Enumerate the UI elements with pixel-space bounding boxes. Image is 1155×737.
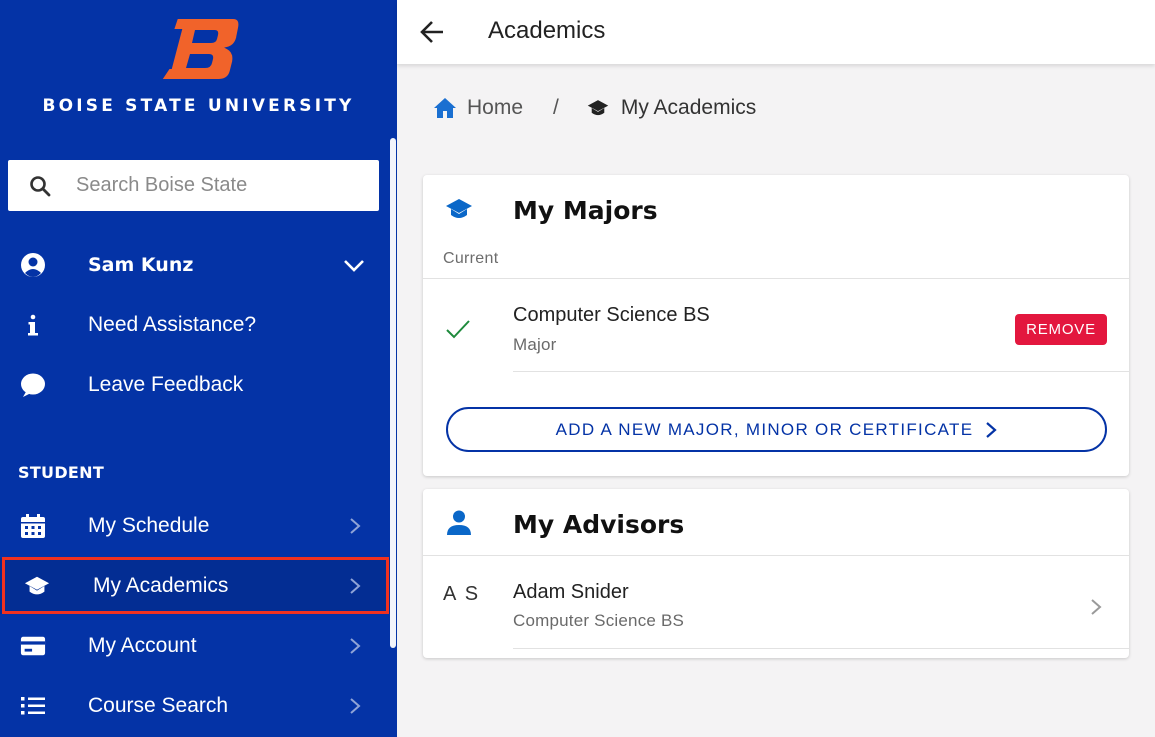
chevron-right-icon (350, 638, 361, 654)
university-name: BOISE STATE UNIVERSITY (42, 96, 355, 116)
advisor-program: Computer Science BS (513, 611, 685, 630)
divider (513, 648, 1129, 649)
graduation-cap-icon (24, 573, 50, 599)
logo[interactable] (0, 16, 397, 82)
sidebar-item-label: My Schedule (88, 514, 210, 537)
user-name: Sam Kunz (88, 254, 194, 276)
advisor-name: Adam Snider (513, 581, 629, 603)
sidebar-item-label: Leave Feedback (88, 373, 244, 396)
card-title: My Majors (513, 196, 658, 225)
graduation-cap-icon (446, 199, 472, 218)
sidebar: BOISE STATE UNIVERSITY Sam Kunz (0, 0, 397, 737)
chevron-right-icon (350, 698, 361, 714)
person-icon (447, 510, 471, 535)
chevron-right-icon[interactable] (1089, 597, 1103, 617)
chevron-right-icon (986, 421, 998, 438)
add-program-label: ADD A NEW MAJOR, MINOR OR CERTIFICATE (555, 419, 974, 439)
info-icon (20, 312, 46, 338)
divider (423, 555, 1129, 556)
sidebar-item-course-search[interactable]: Course Search (0, 678, 390, 734)
advisor-initials-avatar: A S (443, 583, 481, 605)
major-type: Major (513, 335, 557, 354)
graduation-cap-icon (587, 100, 609, 116)
user-circle-icon (20, 252, 46, 278)
majors-card: My Majors Current Computer Science BS Ma… (423, 175, 1129, 476)
sidebar-item-label: My Academics (93, 574, 229, 597)
search-input[interactable] (76, 174, 366, 197)
divider (423, 278, 1129, 279)
current-subheader: Current (443, 250, 499, 267)
sidebar-item-my-account[interactable]: My Account (0, 618, 390, 674)
remove-button[interactable]: REMOVE (1015, 314, 1107, 345)
chevron-right-icon (350, 578, 361, 594)
boise-state-logo-icon (158, 17, 239, 81)
sidebar-item-leave-feedback[interactable]: Leave Feedback (0, 357, 390, 413)
card-title: My Advisors (513, 510, 685, 539)
sidebar-item-label: Need Assistance? (88, 313, 257, 336)
credit-card-icon (20, 633, 46, 659)
breadcrumb-separator: / (553, 96, 559, 119)
sidebar-item-my-schedule[interactable]: My Schedule (0, 498, 390, 554)
calendar-icon (20, 513, 46, 539)
search-box[interactable] (8, 160, 379, 211)
divider (513, 371, 1129, 372)
user-menu[interactable]: Sam Kunz (0, 237, 390, 293)
chevron-right-icon (350, 518, 361, 534)
add-program-button[interactable]: ADD A NEW MAJOR, MINOR OR CERTIFICATE (446, 407, 1107, 452)
list-icon (20, 693, 46, 719)
section-heading-student: STUDENT (18, 463, 105, 482)
checkmark-icon (446, 320, 470, 339)
top-app-bar: Academics (397, 0, 1155, 64)
sidebar-item-need-assistance[interactable]: Need Assistance? (0, 297, 390, 353)
sidebar-item-label: My Account (88, 634, 197, 657)
advisors-card: My Advisors A S Adam Snider Computer Sci… (423, 489, 1129, 658)
sidebar-scrollbar[interactable] (390, 138, 396, 648)
major-name: Computer Science BS (513, 304, 710, 326)
sidebar-item-my-academics[interactable]: My Academics (0, 558, 390, 614)
breadcrumb: Home / My Academics (433, 94, 756, 122)
search-icon (30, 175, 51, 196)
chat-bubble-icon (20, 372, 46, 398)
breadcrumb-home-link[interactable]: Home (467, 96, 523, 120)
back-arrow-icon[interactable] (419, 18, 447, 46)
chevron-down-icon[interactable] (342, 255, 366, 275)
breadcrumb-current: My Academics (620, 96, 757, 119)
home-icon (434, 98, 456, 118)
page-title: Academics (488, 17, 606, 44)
sidebar-item-label: Course Search (88, 694, 229, 717)
